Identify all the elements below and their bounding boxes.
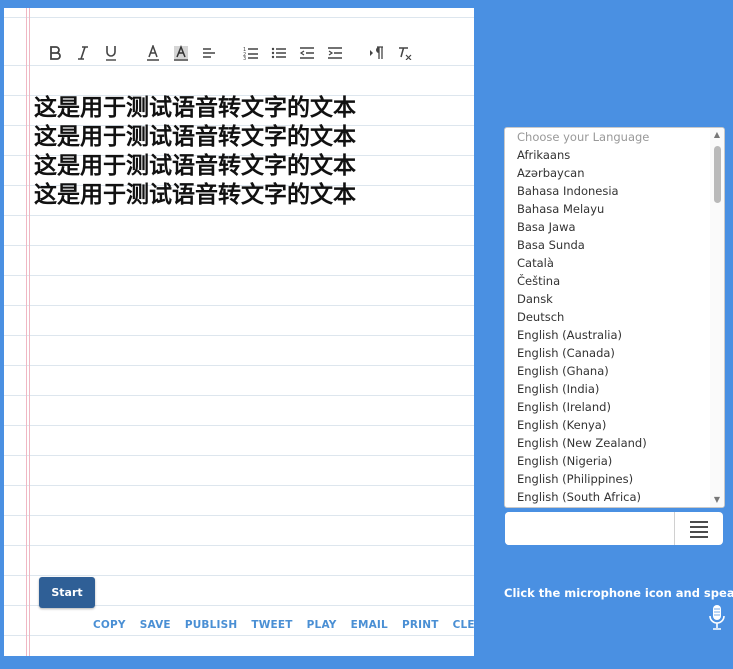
language-option[interactable]: English (Ghana) (505, 362, 710, 380)
language-option[interactable]: Català (505, 254, 710, 272)
align-left-icon[interactable] (198, 42, 220, 64)
language-placeholder[interactable]: Choose your Language (505, 128, 710, 146)
scroll-up-icon[interactable]: ▲ (712, 130, 722, 140)
email-link[interactable]: EMAIL (351, 619, 388, 631)
notepad: 123 这是用于测试语音转文字的文本 这是用于测试语音转文字的文本 这是用于测试… (4, 8, 474, 656)
language-option[interactable]: Dansk (505, 290, 710, 308)
scrollbar[interactable]: ▲ ▼ (710, 128, 724, 507)
scroll-down-icon[interactable]: ▼ (712, 495, 722, 505)
print-link[interactable]: PRINT (402, 619, 439, 631)
language-option[interactable]: English (Australia) (505, 326, 710, 344)
instruction-text: Click the microphone icon and speak (504, 586, 733, 600)
copy-link[interactable]: COPY (93, 619, 126, 631)
language-option[interactable]: English (Philippines) (505, 470, 710, 488)
editor-line: 这是用于测试语音转文字的文本 (34, 153, 356, 179)
language-option[interactable]: Bahasa Melayu (505, 200, 710, 218)
start-button[interactable]: Start (39, 577, 95, 608)
format-toolbar: 123 (44, 42, 422, 64)
hamburger-icon (690, 520, 708, 538)
bullet-list-icon[interactable] (268, 42, 290, 64)
clear-link[interactable]: CLEAR (453, 619, 474, 631)
editor-line: 这是用于测试语音转文字的文本 (34, 95, 356, 121)
play-link[interactable]: PLAY (307, 619, 337, 631)
save-link[interactable]: SAVE (140, 619, 171, 631)
scrollbar-thumb[interactable] (714, 146, 721, 203)
language-option[interactable]: Basa Jawa (505, 218, 710, 236)
language-option[interactable]: English (Nigeria) (505, 452, 710, 470)
language-list[interactable]: Choose your Language Afrikaans Azərbayca… (504, 127, 725, 508)
language-option[interactable]: English (New Zealand) (505, 434, 710, 452)
ordered-list-icon[interactable]: 123 (240, 42, 262, 64)
margin-line (26, 8, 27, 656)
clear-format-icon[interactable] (394, 42, 416, 64)
outdent-icon[interactable] (296, 42, 318, 64)
language-option[interactable]: English (Ireland) (505, 398, 710, 416)
language-option[interactable]: English (South Africa) (505, 488, 710, 506)
language-option[interactable]: Deutsch (505, 308, 710, 326)
font-color-icon[interactable] (142, 42, 164, 64)
language-option[interactable]: English (Canada) (505, 344, 710, 362)
action-links: COPY SAVE PUBLISH TWEET PLAY EMAIL PRINT… (93, 619, 474, 631)
language-option[interactable]: Azərbaycan (505, 164, 710, 182)
italic-icon[interactable] (72, 42, 94, 64)
dialect-selector (505, 512, 723, 545)
editor-content[interactable]: 这是用于测试语音转文字的文本 这是用于测试语音转文字的文本 这是用于测试语音转文… (34, 94, 454, 210)
menu-button[interactable] (674, 512, 723, 545)
highlight-icon[interactable] (170, 42, 192, 64)
editor-line: 这是用于测试语音转文字的文本 (34, 124, 356, 150)
language-option[interactable]: English (India) (505, 380, 710, 398)
tweet-link[interactable]: TWEET (251, 619, 292, 631)
language-option[interactable]: Afrikaans (505, 146, 710, 164)
margin-line (29, 8, 30, 656)
language-option[interactable]: English (Kenya) (505, 416, 710, 434)
language-option[interactable]: Basa Sunda (505, 236, 710, 254)
microphone-icon[interactable] (707, 604, 727, 632)
language-option[interactable]: Bahasa Indonesia (505, 182, 710, 200)
text-direction-icon[interactable] (366, 42, 388, 64)
language-option[interactable]: Čeština (505, 272, 710, 290)
underline-icon[interactable] (100, 42, 122, 64)
svg-text:3: 3 (243, 56, 246, 60)
indent-icon[interactable] (324, 42, 346, 64)
publish-link[interactable]: PUBLISH (185, 619, 238, 631)
editor-line: 这是用于测试语音转文字的文本 (34, 182, 356, 208)
dialect-input[interactable] (505, 512, 673, 545)
bold-icon[interactable] (44, 42, 66, 64)
